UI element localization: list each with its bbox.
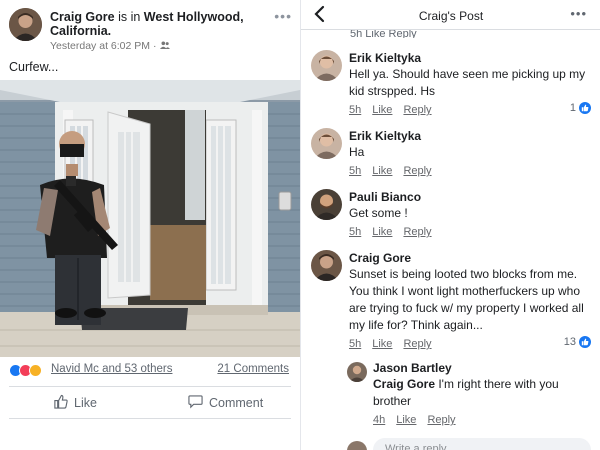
comment-like-link[interactable]: Like xyxy=(372,338,392,350)
is-in-text: is in xyxy=(114,10,144,24)
replier-name[interactable]: Jason Bartley xyxy=(373,360,593,376)
comment-thread-screen: Craig's Post ••• 5h Like Reply Erik Kiel… xyxy=(300,0,600,450)
like-label: Like xyxy=(74,396,97,410)
comment-like-link[interactable]: Like xyxy=(372,226,392,238)
comment-button[interactable]: Comment xyxy=(188,394,300,412)
reaction-icons[interactable] xyxy=(9,364,42,377)
comment-time[interactable]: 5h xyxy=(349,165,361,177)
post-text: Curfew... xyxy=(9,60,59,74)
feed-post: Craig Gore is in West Hollywood, Califor… xyxy=(0,0,300,450)
comment-like-link[interactable]: Like xyxy=(372,104,392,116)
mention-link[interactable]: Craig Gore xyxy=(373,377,435,391)
post-actions: Like Comment xyxy=(0,392,300,416)
post-meta: Yesterday at 6:02 PM · xyxy=(50,40,170,52)
composer-avatar xyxy=(347,441,367,450)
comment-reply-link[interactable]: Reply xyxy=(403,226,431,238)
reply-time[interactable]: 4h xyxy=(373,414,385,426)
comment-actions: 5h Like Reply xyxy=(349,226,594,238)
divider xyxy=(9,386,291,387)
comment-reply-link[interactable]: Reply xyxy=(403,104,431,116)
commenter-name[interactable]: Erik Kieltyka xyxy=(349,128,594,144)
like-button[interactable]: Like xyxy=(53,394,97,412)
commenter-avatar[interactable] xyxy=(311,250,342,281)
comments-count-link[interactable]: 21 Comments xyxy=(217,363,289,375)
comment-label: Comment xyxy=(209,396,264,410)
comment-actions: 5h Like Reply xyxy=(349,338,594,350)
comment-text: Ha xyxy=(349,145,365,159)
like-count-value: 13 xyxy=(563,336,576,348)
post-header: Craig Gore is in West Hollywood, Califor… xyxy=(0,0,300,58)
commenter-name[interactable]: Pauli Bianco xyxy=(349,189,594,205)
post-timestamp[interactable]: Yesterday at 6:02 PM xyxy=(50,40,150,52)
comment-actions: 5h Like Reply xyxy=(349,165,594,177)
reply-text: Craig Gore I'm right there with you brot… xyxy=(373,376,593,410)
divider xyxy=(9,418,291,419)
comment-reply-link[interactable]: Reply xyxy=(403,165,431,177)
reaction-names-link[interactable]: Navid Mc and 53 others xyxy=(51,363,172,375)
comment-bubble-icon xyxy=(188,394,203,412)
comment-text: Hell ya. Should have seen me picking up … xyxy=(349,67,586,98)
page-title: Craig's Post xyxy=(418,9,484,23)
replier-avatar[interactable] xyxy=(347,362,367,382)
reactions-summary: Navid Mc and 53 others 21 Comments xyxy=(0,362,300,380)
like-badge-icon xyxy=(579,336,591,348)
commenter-name[interactable]: Erik Kieltyka xyxy=(349,50,594,66)
reply-actions: 4h Like Reply xyxy=(373,414,593,426)
like-count-value: 1 xyxy=(569,102,576,114)
haha-reaction-icon xyxy=(29,364,42,377)
commenter-name[interactable]: Craig Gore xyxy=(349,250,594,266)
comment-text: Sunset is being looted two blocks from m… xyxy=(349,267,584,332)
more-options-icon[interactable]: ••• xyxy=(570,6,587,21)
commenter-avatar[interactable] xyxy=(311,128,342,159)
comment-like-link[interactable]: Like xyxy=(372,165,392,177)
post-photo[interactable] xyxy=(0,80,300,357)
comment-time[interactable]: 5h xyxy=(349,338,361,350)
like-badge-icon xyxy=(579,102,591,114)
comment-time[interactable]: 5h xyxy=(349,226,361,238)
post-options-icon[interactable]: ••• xyxy=(274,8,292,24)
comment-like-count[interactable]: 1 xyxy=(570,102,591,114)
reply-composer-input[interactable]: Write a reply... xyxy=(373,438,591,450)
comment-actions: 5h Like Reply xyxy=(349,104,594,116)
author-avatar[interactable] xyxy=(9,8,42,41)
reply-reply-link[interactable]: Reply xyxy=(427,414,455,426)
top-nav-bar: Craig's Post ••• xyxy=(301,0,600,30)
thumbs-up-icon xyxy=(53,394,68,412)
comment-time[interactable]: 5h xyxy=(349,104,361,116)
author-line: Craig Gore is in West Hollywood, Califor… xyxy=(50,10,265,38)
commenter-avatar[interactable] xyxy=(311,50,342,81)
author-name[interactable]: Craig Gore xyxy=(50,10,115,24)
reply-like-link[interactable]: Like xyxy=(396,414,416,426)
comment-like-count[interactable]: 13 xyxy=(564,336,591,348)
commenter-avatar[interactable] xyxy=(311,189,342,220)
comment-text: Get some ! xyxy=(349,206,408,220)
comment-reply-link[interactable]: Reply xyxy=(403,338,431,350)
friends-icon xyxy=(159,40,170,52)
